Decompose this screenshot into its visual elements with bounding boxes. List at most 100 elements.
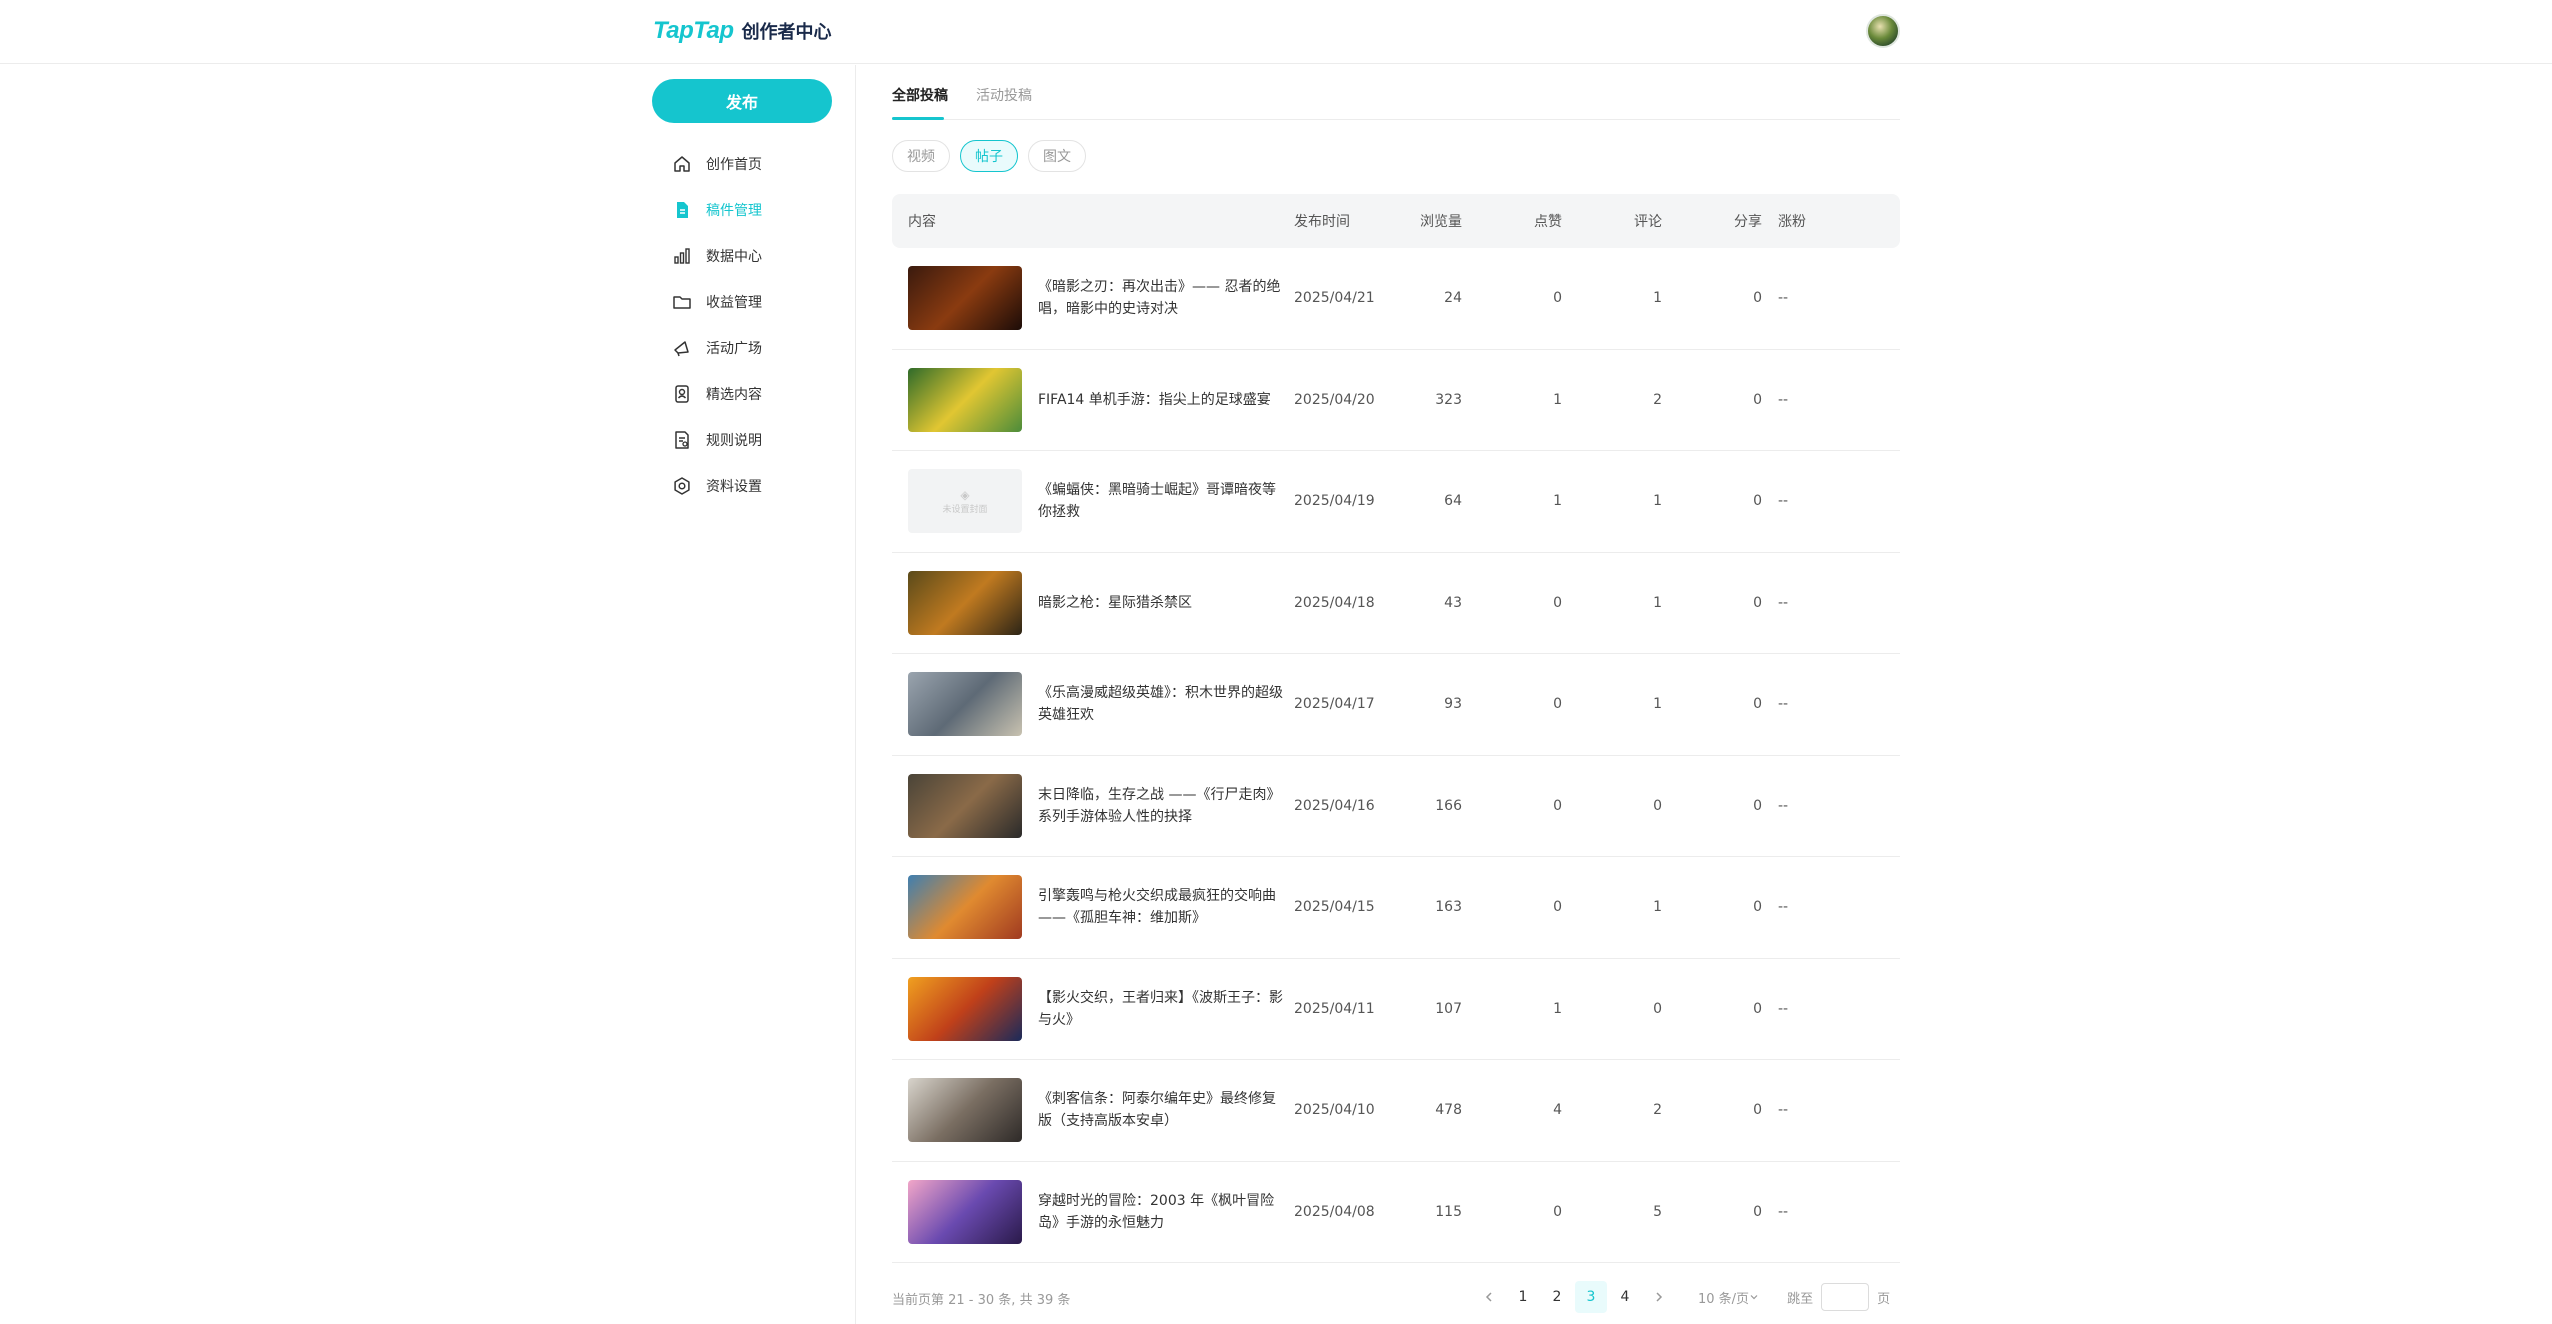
table-row[interactable]: 穿越时光的冒险：2003 年《枫叶冒险岛》手游的永恒魅力 2025/04/08 11… bbox=[892, 1162, 1900, 1263]
cell-fans: -- bbox=[1778, 391, 1789, 408]
tab-all-submissions[interactable]: 全部投稿 bbox=[892, 85, 948, 105]
post-thumbnail[interactable] bbox=[908, 266, 1022, 331]
sidebar-item-label: 规则说明 bbox=[706, 433, 762, 449]
chip-image-text[interactable]: 图文 bbox=[1028, 140, 1086, 172]
post-thumbnail[interactable] bbox=[908, 875, 1022, 940]
page-1-button[interactable]: 1 bbox=[1507, 1281, 1539, 1313]
post-title[interactable]: 《暗影之刃：再次出击》—— 忍者的绝唱，暗影中的史诗对决 bbox=[1038, 276, 1283, 320]
cell-views: 93 bbox=[1444, 696, 1462, 713]
sidebar-item-4[interactable]: 活动广场 bbox=[652, 325, 842, 371]
sidebar-item-3[interactable]: 收益管理 bbox=[652, 279, 842, 325]
header-shares: 分享 bbox=[1734, 214, 1762, 230]
cell-views: 24 bbox=[1444, 290, 1462, 307]
active-tab-indicator bbox=[892, 117, 944, 120]
post-thumbnail[interactable] bbox=[908, 1179, 1022, 1244]
table-row[interactable]: 暗影之枪：星际猎杀禁区 2025/04/18 43 0 1 0 -- bbox=[892, 553, 1900, 654]
tab-event-submissions[interactable]: 活动投稿 bbox=[976, 85, 1032, 105]
pagination: 1234 10 条/页 跳至 页 bbox=[1472, 1281, 1890, 1313]
cell-comments: 1 bbox=[1653, 493, 1662, 510]
sidebar-item-label: 数据中心 bbox=[706, 249, 762, 265]
cell-fans: -- bbox=[1778, 493, 1789, 510]
header-date: 发布时间 bbox=[1294, 214, 1350, 230]
cell-comments: 0 bbox=[1653, 797, 1662, 814]
post-thumbnail[interactable] bbox=[908, 1078, 1022, 1143]
table-row[interactable]: FIFA14 单机手游：指尖上的足球盛宴 2025/04/20 323 1 2 0 -- bbox=[892, 350, 1900, 451]
post-title[interactable]: 穿越时光的冒险：2003 年《枫叶冒险岛》手游的永恒魅力 bbox=[1038, 1190, 1283, 1234]
jump-label: 跳至 bbox=[1787, 1291, 1814, 1307]
page-2-button[interactable]: 2 bbox=[1541, 1281, 1573, 1313]
chevron-down-icon bbox=[1750, 1295, 1758, 1300]
prev-page-icon[interactable] bbox=[1473, 1281, 1505, 1313]
bar-chart-icon bbox=[674, 248, 690, 264]
chip-video[interactable]: 视频 bbox=[892, 140, 950, 172]
cell-date: 2025/04/20 bbox=[1294, 391, 1375, 408]
post-thumbnail[interactable] bbox=[908, 672, 1022, 737]
post-title[interactable]: 引擎轰鸣与枪火交织成最疯狂的交响曲 ——《孤胆车神：维加斯》 bbox=[1038, 885, 1283, 929]
taptap-logo[interactable]: TapTap 创作者中心 bbox=[653, 16, 832, 46]
sidebar-item-7[interactable]: 资料设置 bbox=[652, 463, 842, 509]
table-row[interactable]: 《暗影之刃：再次出击》—— 忍者的绝唱，暗影中的史诗对决 2025/04/21 24… bbox=[892, 248, 1900, 350]
cell-content: 《乐高漫威超级英雄》：积木世界的超级英雄狂欢 bbox=[892, 672, 1292, 737]
cell-content: ◈ 未设置封面 《蝙蝠侠：黑暗骑士崛起》哥谭暗夜等你拯救 bbox=[892, 469, 1292, 534]
post-thumbnail[interactable] bbox=[908, 570, 1022, 635]
cell-shares: 0 bbox=[1753, 391, 1762, 408]
cell-date: 2025/04/17 bbox=[1294, 696, 1375, 713]
chip-post[interactable]: 帖子 bbox=[960, 140, 1018, 172]
table-body: 《暗影之刃：再次出击》—— 忍者的绝唱，暗影中的史诗对决 2025/04/21 24… bbox=[892, 248, 1900, 1263]
cell-likes: 0 bbox=[1553, 594, 1562, 611]
post-title[interactable]: 暗影之枪：星际猎杀禁区 bbox=[1038, 592, 1283, 614]
table-row[interactable]: 末日降临，生存之战 ——《行尸走肉》系列手游体验人性的抉择 2025/04/16 1… bbox=[892, 756, 1900, 857]
home-icon bbox=[674, 156, 690, 172]
post-title[interactable]: FIFA14 单机手游：指尖上的足球盛宴 bbox=[1038, 389, 1283, 411]
cell-views: 478 bbox=[1435, 1102, 1462, 1119]
table-row[interactable]: 引擎轰鸣与枪火交织成最疯狂的交响曲 ——《孤胆车神：维加斯》 2025/04/15… bbox=[892, 857, 1900, 959]
cell-date: 2025/04/19 bbox=[1294, 493, 1375, 510]
folder-icon bbox=[673, 296, 691, 309]
cell-comments: 1 bbox=[1653, 696, 1662, 713]
rules-icon bbox=[675, 431, 689, 449]
sidebar-item-label: 创作首页 bbox=[706, 157, 762, 173]
post-thumbnail[interactable] bbox=[908, 773, 1022, 838]
post-title[interactable]: 末日降临，生存之战 ——《行尸走肉》系列手游体验人性的抉择 bbox=[1038, 784, 1283, 828]
post-title[interactable]: 《刺客信条：阿泰尔编年史》最终修复版（支持高版本安卓） bbox=[1038, 1088, 1283, 1132]
post-thumbnail[interactable]: ◈ 未设置封面 bbox=[908, 469, 1022, 534]
post-thumbnail[interactable] bbox=[908, 367, 1022, 432]
header-comments: 评论 bbox=[1634, 214, 1662, 230]
badge-icon bbox=[675, 385, 689, 403]
cell-content: 《暗影之刃：再次出击》—— 忍者的绝唱，暗影中的史诗对决 bbox=[892, 266, 1292, 331]
placeholder-text: 未设置封面 bbox=[942, 504, 988, 515]
cell-likes: 0 bbox=[1553, 1203, 1562, 1220]
sidebar-item-6[interactable]: 规则说明 bbox=[652, 417, 842, 463]
cell-comments: 2 bbox=[1653, 391, 1662, 408]
header-likes: 点赞 bbox=[1534, 214, 1562, 230]
sidebar-item-0[interactable]: 创作首页 bbox=[652, 141, 842, 187]
sidebar-item-5[interactable]: 精选内容 bbox=[652, 371, 842, 417]
page-size-select[interactable]: 10 条/页 bbox=[1698, 1288, 1759, 1307]
avatar[interactable] bbox=[1866, 14, 1900, 48]
table-row[interactable]: ◈ 未设置封面 《蝙蝠侠：黑暗骑士崛起》哥谭暗夜等你拯救 2025/04/19 64 1 1… bbox=[892, 451, 1900, 553]
sidebar-item-2[interactable]: 数据中心 bbox=[652, 233, 842, 279]
publish-button[interactable]: 发布 bbox=[652, 79, 832, 123]
post-thumbnail[interactable] bbox=[908, 976, 1022, 1041]
cell-comments: 2 bbox=[1653, 1102, 1662, 1119]
page-3-button[interactable]: 3 bbox=[1575, 1281, 1607, 1313]
table-row[interactable]: 《刺客信条：阿泰尔编年史》最终修复版（支持高版本安卓） 2025/04/10 478… bbox=[892, 1060, 1900, 1162]
cell-views: 64 bbox=[1444, 493, 1462, 510]
post-title[interactable]: 《乐高漫威超级英雄》：积木世界的超级英雄狂欢 bbox=[1038, 682, 1283, 726]
next-page-icon[interactable] bbox=[1643, 1281, 1675, 1313]
cell-shares: 0 bbox=[1753, 594, 1762, 611]
placeholder-image-icon: ◈ bbox=[960, 487, 970, 502]
jump-page-input[interactable] bbox=[1821, 1283, 1870, 1311]
cell-shares: 0 bbox=[1753, 290, 1762, 307]
cell-comments: 1 bbox=[1653, 594, 1662, 611]
cell-date: 2025/04/11 bbox=[1294, 1000, 1375, 1017]
cell-likes: 0 bbox=[1553, 696, 1562, 713]
sidebar-item-1[interactable]: 稿件管理 bbox=[652, 187, 842, 233]
post-title[interactable]: 《蝙蝠侠：黑暗骑士崛起》哥谭暗夜等你拯救 bbox=[1038, 479, 1283, 523]
logo-text: TapTap bbox=[653, 17, 734, 44]
post-title[interactable]: 【影火交织，王者归来】《波斯王子：影与火》 bbox=[1038, 987, 1283, 1031]
table-row[interactable]: 《乐高漫威超级英雄》：积木世界的超级英雄狂欢 2025/04/17 93 0 1 0 -- bbox=[892, 654, 1900, 756]
table-row[interactable]: 【影火交织，王者归来】《波斯王子：影与火》 2025/04/11 107 1 0 0 -- bbox=[892, 959, 1900, 1060]
page-4-button[interactable]: 4 bbox=[1609, 1281, 1641, 1313]
cell-fans: -- bbox=[1778, 696, 1789, 713]
